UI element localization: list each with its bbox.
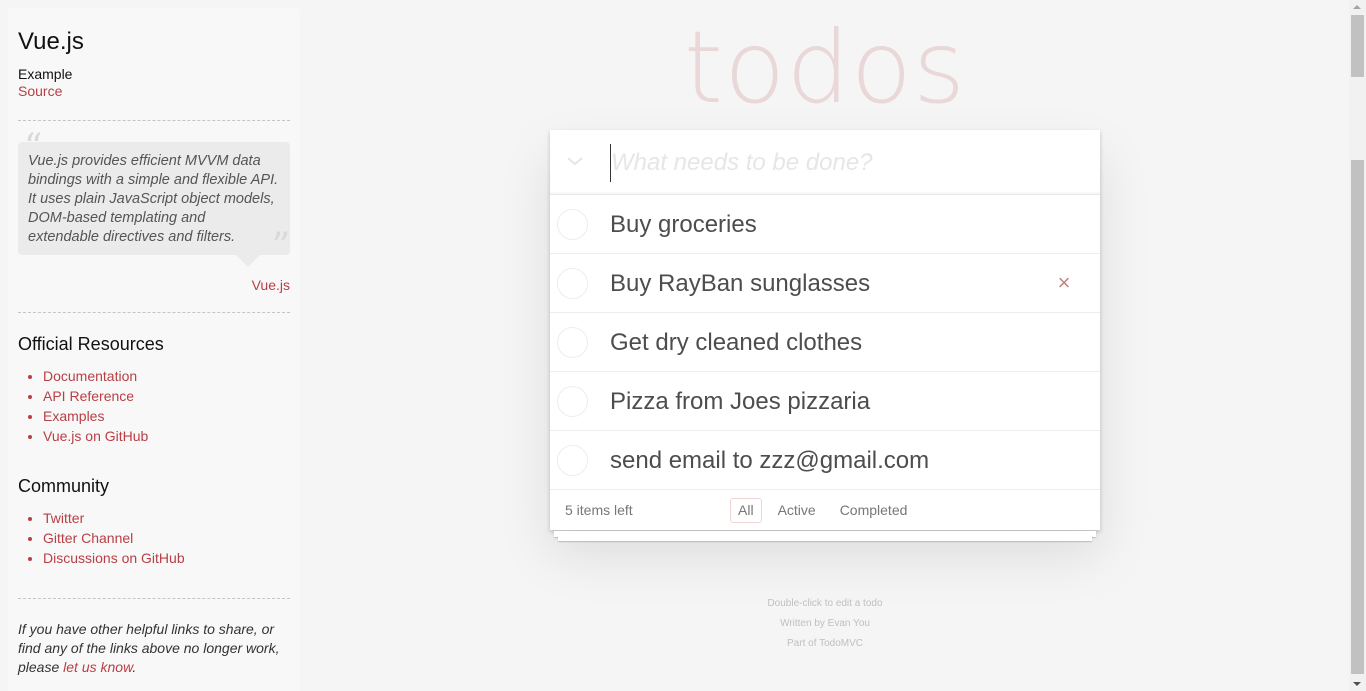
list-item: Documentation [43,366,290,386]
footer-note: If you have other helpful links to share… [18,621,280,675]
todo-toggle-checkbox[interactable] [557,327,588,358]
gitter-link[interactable]: Gitter Channel [43,530,133,546]
chevron-down-icon[interactable] [566,152,584,170]
quote-attribution: Vue.js [18,277,290,295]
info-edit-hint: Double-click to edit a todo [767,598,883,609]
api-reference-link[interactable]: API Reference [43,388,134,404]
let-us-know-link[interactable]: let us know [63,659,132,675]
list-item[interactable]: send email to zzz@gmail.com [550,431,1100,490]
scrollbar-thumb[interactable] [1351,15,1364,77]
sidebar-subtitle: Example [18,66,73,82]
stacked-paper-edge [558,535,1092,541]
todo-toggle-checkbox[interactable] [557,386,588,417]
scroll-down-arrow-icon[interactable] [1353,682,1361,686]
todo-toggle-checkbox[interactable] [557,268,588,299]
discussions-link[interactable]: Discussions on GitHub [43,550,185,566]
info-todomvc: Part of TodoMVC [787,638,863,649]
todo-footer: 5 items left All Active Completed [550,490,1100,530]
quote-attribution-link[interactable]: Vue.js [252,277,290,293]
list-item: Vue.js on GitHub [43,426,290,446]
list-item: Twitter [43,508,290,528]
todo-label[interactable]: Buy groceries [610,195,757,254]
list-item: Discussions on GitHub [43,548,290,568]
twitter-link[interactable]: Twitter [43,510,84,526]
filter-completed[interactable]: Completed [832,498,916,523]
list-item[interactable]: Buy groceries [550,195,1100,254]
learn-sidebar: Vue.js Example Source “ Vue.js provides … [8,8,300,691]
info-author: Written by Evan You [780,618,870,629]
divider [18,598,290,599]
divider [18,120,290,121]
sidebar-title: Vue.js [18,28,84,55]
scroll-up-arrow-icon[interactable] [1353,5,1361,9]
todo-label[interactable]: Get dry cleaned clothes [610,313,862,372]
community-list: Twitter Gitter Channel Discussions on Gi… [18,508,290,568]
list-item[interactable]: Pizza from Joes pizzaria [550,372,1100,431]
documentation-link[interactable]: Documentation [43,368,137,384]
github-link[interactable]: Vue.js on GitHub [43,428,148,444]
info-footer: Double-click to edit a todo Written by E… [550,594,1100,654]
header [550,130,1100,195]
todo-label[interactable]: Pizza from Joes pizzaria [610,372,870,431]
quote-text: Vue.js provides efficient MVVM data bind… [18,142,290,267]
list-item[interactable]: Buy RayBan sunglasses × [550,254,1100,313]
todo-app: Buy groceries Buy RayBan sunglasses × Ge… [550,130,1100,530]
filters: All Active Completed [730,498,915,523]
quote-tail [236,255,260,267]
community-heading: Community [18,476,110,496]
quote-block: “ Vue.js provides efficient MVVM data bi… [18,130,290,267]
filter-active[interactable]: Active [770,498,824,523]
close-quote-icon: ” [271,226,290,267]
todo-list: Buy groceries Buy RayBan sunglasses × Ge… [550,195,1100,490]
scrollbar-track[interactable] [1351,160,1364,674]
list-item: Gitter Channel [43,528,290,548]
todo-toggle-checkbox[interactable] [557,445,588,476]
filter-all[interactable]: All [730,498,762,523]
new-todo-input[interactable] [610,144,1080,182]
destroy-icon[interactable]: × [1050,269,1078,297]
divider [18,312,290,313]
resources-list: Documentation API Reference Examples Vue… [18,366,290,446]
todo-label[interactable]: send email to zzz@gmail.com [610,431,929,490]
vertical-scrollbar[interactable] [1349,0,1366,691]
examples-link[interactable]: Examples [43,408,104,424]
app-title: todos [683,9,967,126]
todo-toggle-checkbox[interactable] [557,209,588,240]
items-left-count: 5 items left [565,502,633,518]
todo-label[interactable]: Buy RayBan sunglasses [610,254,870,313]
list-item: API Reference [43,386,290,406]
list-item[interactable]: Get dry cleaned clothes [550,313,1100,372]
source-link[interactable]: Source [18,83,290,100]
list-item: Examples [43,406,290,426]
resources-heading: Official Resources [18,334,164,354]
